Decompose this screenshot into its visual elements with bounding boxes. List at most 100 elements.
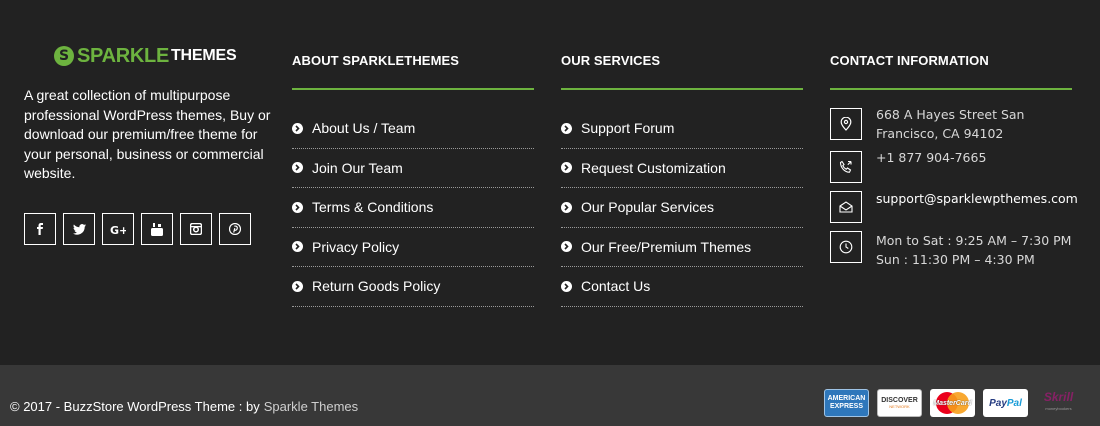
amex-card-icon: AMERICAN EXPRESS (824, 389, 869, 417)
address-line-2: Francisco, CA 94102 (876, 126, 1004, 141)
contact-address: 668 A Hayes Street San Francisco, CA 941… (830, 105, 1072, 143)
title-underline (561, 88, 803, 90)
link-label: Join Our Team (312, 159, 403, 176)
mastercard-label: MasterCard (933, 399, 972, 407)
footer-widgets: S SPARKLE THEMES A great collection of m… (0, 0, 1100, 365)
logo-word-themes: THEMES (170, 47, 237, 64)
sparkle-logo-icon: S (54, 46, 74, 66)
envelope-icon (830, 191, 862, 223)
services-links: Support Forum Request Customization Our … (561, 109, 803, 307)
discover-card-icon: DISCOVER NETWORK (877, 389, 922, 417)
discover-sub-label: NETWORK (889, 404, 910, 409)
list-item: About Us / Team (292, 109, 534, 149)
footer-bottom-bar: © 2017 - BuzzStore WordPress Theme : by S… (0, 365, 1100, 426)
title-underline (830, 88, 1072, 90)
chevron-right-icon (561, 122, 572, 134)
list-item: Privacy Policy (292, 228, 534, 267)
contact-list: 668 A Hayes Street San Francisco, CA 941… (830, 105, 1078, 269)
about-column-title: ABOUT SPARKLETHEMES (292, 53, 460, 68)
twitter-link[interactable] (63, 213, 95, 245)
about-links-column: ABOUT SPARKLETHEMES About Us / Team Join… (292, 52, 534, 307)
privacy-link[interactable]: Privacy Policy (292, 228, 399, 267)
link-label: Return Goods Policy (312, 278, 441, 295)
list-item: Request Customization (561, 149, 803, 188)
return-policy-link[interactable]: Return Goods Policy (292, 267, 440, 306)
chevron-right-icon (292, 122, 303, 134)
site-logo[interactable]: S SPARKLE THEMES (54, 44, 237, 68)
facebook-link[interactable] (24, 213, 56, 245)
chevron-right-icon (561, 162, 572, 174)
contact-us-link[interactable]: Contact Us (561, 267, 650, 306)
skrill-icon: Skrill moneybookers (1036, 389, 1081, 417)
contact-column: CONTACT INFORMATION 668 A Hayes Street S… (830, 52, 1078, 277)
title-underline (292, 88, 534, 90)
link-label: Our Free/Premium Themes (581, 238, 752, 255)
about-us-link[interactable]: About Us / Team (292, 109, 415, 148)
skrill-sub-label: moneybookers (1045, 406, 1072, 411)
about-description: A great collection of multipurpose profe… (24, 87, 271, 181)
logo-word-sparkle: SPARKLE (77, 44, 169, 67)
youtube-link[interactable] (141, 213, 173, 245)
paypal-label-2: Pal (1006, 397, 1022, 409)
pinterest-link[interactable] (219, 213, 251, 245)
chevron-right-icon (561, 201, 572, 213)
chevron-right-icon (561, 280, 572, 292)
services-column-title: OUR SERVICES (561, 53, 661, 68)
free-premium-themes-link[interactable]: Our Free/Premium Themes (561, 228, 751, 267)
list-item: Support Forum (561, 109, 803, 149)
map-pin-icon (830, 108, 862, 140)
list-item: Terms & Conditions (292, 188, 534, 228)
support-forum-link[interactable]: Support Forum (561, 109, 674, 148)
link-label: About Us / Team (312, 120, 416, 137)
copyright-label: © 2017 - BuzzStore WordPress Theme : by (10, 399, 260, 414)
clock-icon (830, 231, 862, 263)
contact-email: support@sparklewpthemes.com (830, 191, 1078, 223)
chevron-right-icon (561, 241, 572, 253)
contact-phone: +1 877 904-7665 (830, 148, 1072, 183)
twitter-icon (72, 223, 86, 235)
contact-column-title: CONTACT INFORMATION (830, 53, 989, 68)
address-line-1: 668 A Hayes Street San (876, 107, 1025, 122)
chevron-right-icon (292, 241, 303, 253)
mastercard-icon: MasterCard (930, 389, 975, 417)
facebook-icon (37, 223, 43, 235)
contact-hours: Mon to Sat : 9:25 AM – 7:30 PM Sun : 11:… (830, 231, 1072, 269)
social-links: G+ (24, 213, 251, 245)
join-team-link[interactable]: Join Our Team (292, 149, 403, 188)
pinterest-icon (229, 223, 241, 235)
hours-weekdays: Mon to Sat : 9:25 AM – 7:30 PM (876, 233, 1072, 248)
chevron-right-icon (292, 162, 303, 174)
popular-services-link[interactable]: Our Popular Services (561, 188, 714, 227)
author-link[interactable]: Sparkle Themes (264, 399, 358, 414)
svg-text:G+: G+ (110, 224, 126, 235)
list-item: Contact Us (561, 267, 803, 307)
hours-text: Mon to Sat : 9:25 AM – 7:30 PM Sun : 11:… (876, 231, 1071, 269)
paypal-label-1: Pay (989, 397, 1007, 409)
link-label: Contact Us (581, 278, 651, 295)
discover-label: DISCOVER (881, 397, 918, 404)
email-link[interactable]: support@sparklewpthemes.com (876, 188, 1078, 208)
amex-label: AMERICAN EXPRESS (827, 395, 866, 410)
paypal-icon: Pay Pal (983, 389, 1028, 417)
list-item: Our Popular Services (561, 188, 803, 228)
phone-text[interactable]: +1 877 904-7665 (876, 148, 986, 167)
phone-icon (830, 151, 862, 183)
request-customization-link[interactable]: Request Customization (561, 149, 726, 188)
address-text: 668 A Hayes Street San Francisco, CA 941… (876, 105, 1024, 143)
link-label: Our Popular Services (581, 199, 715, 216)
list-item: Join Our Team (292, 149, 534, 188)
instagram-icon (190, 223, 202, 235)
chevron-right-icon (292, 280, 303, 292)
chevron-right-icon (292, 201, 303, 213)
payment-methods: AMERICAN EXPRESS DISCOVER NETWORK Master… (824, 389, 1081, 417)
about-links: About Us / Team Join Our Team Terms & Co… (292, 109, 534, 307)
google-plus-link[interactable]: G+ (102, 213, 134, 245)
google-plus-icon: G+ (110, 224, 126, 235)
link-label: Privacy Policy (312, 238, 400, 255)
skrill-label: Skrill (1043, 390, 1074, 404)
list-item: Our Free/Premium Themes (561, 228, 803, 267)
link-label: Support Forum (581, 120, 675, 137)
hours-sunday: Sun : 11:30 PM – 4:30 PM (876, 252, 1035, 267)
instagram-link[interactable] (180, 213, 212, 245)
terms-link[interactable]: Terms & Conditions (292, 188, 433, 227)
